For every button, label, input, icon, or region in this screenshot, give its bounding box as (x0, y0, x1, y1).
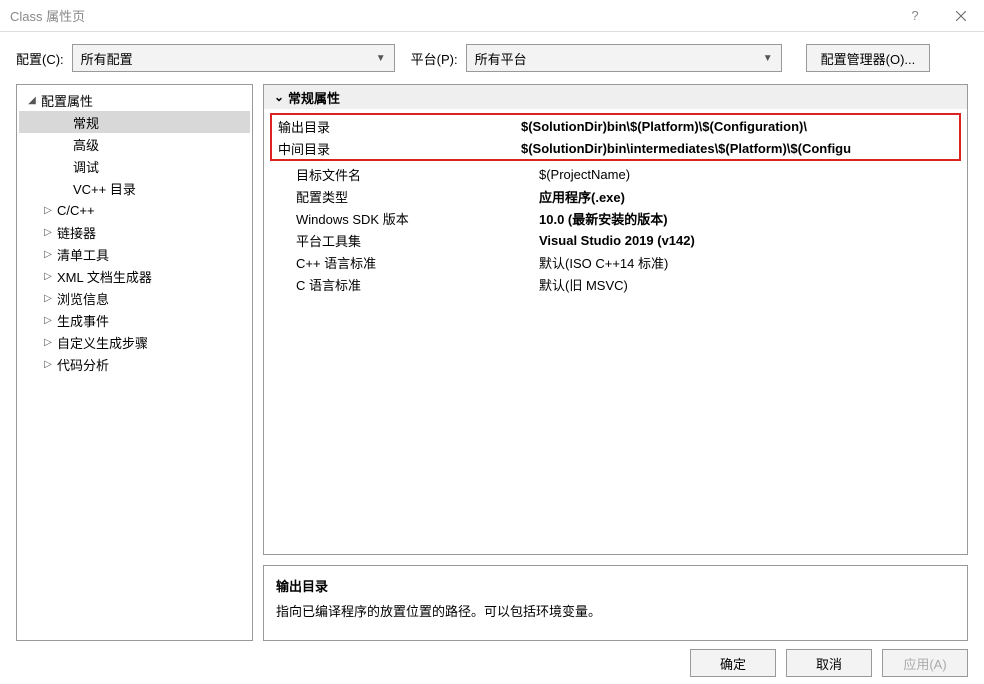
tree-item[interactable]: ◢配置属性 (19, 89, 250, 111)
config-select[interactable]: 所有配置 ▼ (72, 44, 395, 72)
close-button[interactable] (938, 0, 984, 32)
chevron-down-icon: ▼ (376, 53, 386, 64)
tree-item[interactable]: ▷清单工具 (19, 243, 250, 265)
property-key: 目标文件名 (290, 165, 537, 184)
tree-item-label: 自定义生成步骤 (55, 333, 148, 352)
toolbar: 配置(C): 所有配置 ▼ 平台(P): 所有平台 ▼ 配置管理器(O)... (0, 32, 984, 84)
property-row[interactable]: 平台工具集Visual Studio 2019 (v142) (290, 229, 961, 251)
tree-item[interactable]: ·调试 (19, 155, 250, 177)
platform-select-value: 所有平台 (475, 49, 763, 68)
right-pane: ⌄ 常规属性 输出目录$(SolutionDir)bin\$(Platform)… (263, 84, 968, 641)
property-key: 配置类型 (290, 187, 537, 206)
tree-item-label: 清单工具 (55, 245, 109, 264)
platform-select[interactable]: 所有平台 ▼ (466, 44, 782, 72)
tree-item[interactable]: ▷XML 文档生成器 (19, 265, 250, 287)
property-key: C++ 语言标准 (290, 253, 537, 272)
property-row[interactable]: Windows SDK 版本10.0 (最新安装的版本) (290, 207, 961, 229)
property-value[interactable]: Visual Studio 2019 (v142) (537, 233, 961, 248)
collapse-icon: ⌄ (270, 90, 288, 104)
tree-item-label: C/C++ (55, 203, 95, 218)
property-value[interactable]: 默认(旧 MSVC) (537, 275, 961, 294)
tree-item-label: 生成事件 (55, 311, 109, 330)
window-title: Class 属性页 (10, 6, 892, 25)
property-key: Windows SDK 版本 (290, 209, 537, 228)
property-group-title: 常规属性 (288, 88, 340, 107)
tree-item[interactable]: ▷链接器 (19, 221, 250, 243)
property-row[interactable]: 输出目录$(SolutionDir)bin\$(Platform)\$(Conf… (272, 115, 959, 137)
chevron-right-icon: ▷ (41, 359, 55, 370)
chevron-down-icon: ◢ (25, 95, 39, 106)
help-description: 指向已编译程序的放置位置的路径。可以包括环境变量。 (276, 601, 955, 620)
tree-item-label: XML 文档生成器 (55, 267, 152, 286)
tree-item-label: 调试 (71, 157, 99, 176)
platform-label: 平台(P): (411, 49, 458, 68)
chevron-right-icon: ▷ (41, 205, 55, 216)
apply-button[interactable]: 应用(A) (882, 649, 968, 677)
property-tree[interactable]: ◢配置属性·常规·高级·调试·VC++ 目录▷C/C++▷链接器▷清单工具▷XM… (16, 84, 253, 641)
property-value[interactable]: 应用程序(.exe) (537, 187, 961, 206)
property-row[interactable]: C++ 语言标准默认(ISO C++14 标准) (290, 251, 961, 273)
property-value[interactable]: 默认(ISO C++14 标准) (537, 253, 961, 272)
highlighted-rows: 输出目录$(SolutionDir)bin\$(Platform)\$(Conf… (270, 113, 961, 161)
tree-item-label: VC++ 目录 (71, 179, 136, 198)
help-title: 输出目录 (276, 576, 955, 595)
property-key: 输出目录 (272, 117, 519, 136)
property-key: 平台工具集 (290, 231, 537, 250)
property-key: 中间目录 (272, 139, 519, 158)
property-value[interactable]: $(SolutionDir)bin\$(Platform)\$(Configur… (519, 119, 959, 134)
property-group-header[interactable]: ⌄ 常规属性 (264, 85, 967, 109)
tree-item[interactable]: ·VC++ 目录 (19, 177, 250, 199)
config-manager-button[interactable]: 配置管理器(O)... (806, 44, 931, 72)
tree-item[interactable]: ▷自定义生成步骤 (19, 331, 250, 353)
tree-item[interactable]: ▷代码分析 (19, 353, 250, 375)
config-select-value: 所有配置 (81, 49, 376, 68)
chevron-right-icon: ▷ (41, 249, 55, 260)
tree-item[interactable]: ▷C/C++ (19, 199, 250, 221)
tree-item-label: 配置属性 (39, 91, 93, 110)
ok-button[interactable]: 确定 (690, 649, 776, 677)
property-rows: 目标文件名$(ProjectName)配置类型应用程序(.exe)Windows… (270, 163, 961, 295)
chevron-right-icon: ▷ (41, 271, 55, 282)
expander-blank: · (57, 183, 71, 194)
title-bar: Class 属性页 ? (0, 0, 984, 32)
property-value[interactable]: $(ProjectName) (537, 167, 961, 182)
property-value[interactable]: 10.0 (最新安装的版本) (537, 209, 961, 228)
property-key: C 语言标准 (290, 275, 537, 294)
expander-blank: · (57, 139, 71, 150)
config-manager-label: 配置管理器(O)... (821, 49, 916, 68)
tree-item[interactable]: ▷浏览信息 (19, 287, 250, 309)
tree-item[interactable]: ·高级 (19, 133, 250, 155)
property-row[interactable]: 目标文件名$(ProjectName) (290, 163, 961, 185)
tree-item-label: 常规 (71, 113, 99, 132)
chevron-right-icon: ▷ (41, 293, 55, 304)
help-button[interactable]: ? (892, 0, 938, 32)
chevron-right-icon: ▷ (41, 315, 55, 326)
config-label: 配置(C): (16, 49, 64, 68)
property-row[interactable]: 中间目录$(SolutionDir)bin\intermediates\$(Pl… (272, 137, 959, 159)
tree-item[interactable]: ▷生成事件 (19, 309, 250, 331)
tree-item[interactable]: ·常规 (19, 111, 250, 133)
cancel-button[interactable]: 取消 (786, 649, 872, 677)
help-box: 输出目录 指向已编译程序的放置位置的路径。可以包括环境变量。 (263, 565, 968, 641)
tree-item-label: 代码分析 (55, 355, 109, 374)
footer: 确定 取消 应用(A) (0, 642, 984, 684)
tree-item-label: 链接器 (55, 223, 96, 242)
property-row[interactable]: C 语言标准默认(旧 MSVC) (290, 273, 961, 295)
chevron-right-icon: ▷ (41, 337, 55, 348)
property-row[interactable]: 配置类型应用程序(.exe) (290, 185, 961, 207)
expander-blank: · (57, 117, 71, 128)
tree-item-label: 高级 (71, 135, 99, 154)
expander-blank: · (57, 161, 71, 172)
tree-item-label: 浏览信息 (55, 289, 109, 308)
chevron-down-icon: ▼ (763, 53, 773, 64)
property-grid[interactable]: ⌄ 常规属性 输出目录$(SolutionDir)bin\$(Platform)… (263, 84, 968, 555)
chevron-right-icon: ▷ (41, 227, 55, 238)
main-area: ◢配置属性·常规·高级·调试·VC++ 目录▷C/C++▷链接器▷清单工具▷XM… (0, 84, 984, 641)
close-icon (956, 11, 966, 21)
property-value[interactable]: $(SolutionDir)bin\intermediates\$(Platfo… (519, 141, 959, 156)
